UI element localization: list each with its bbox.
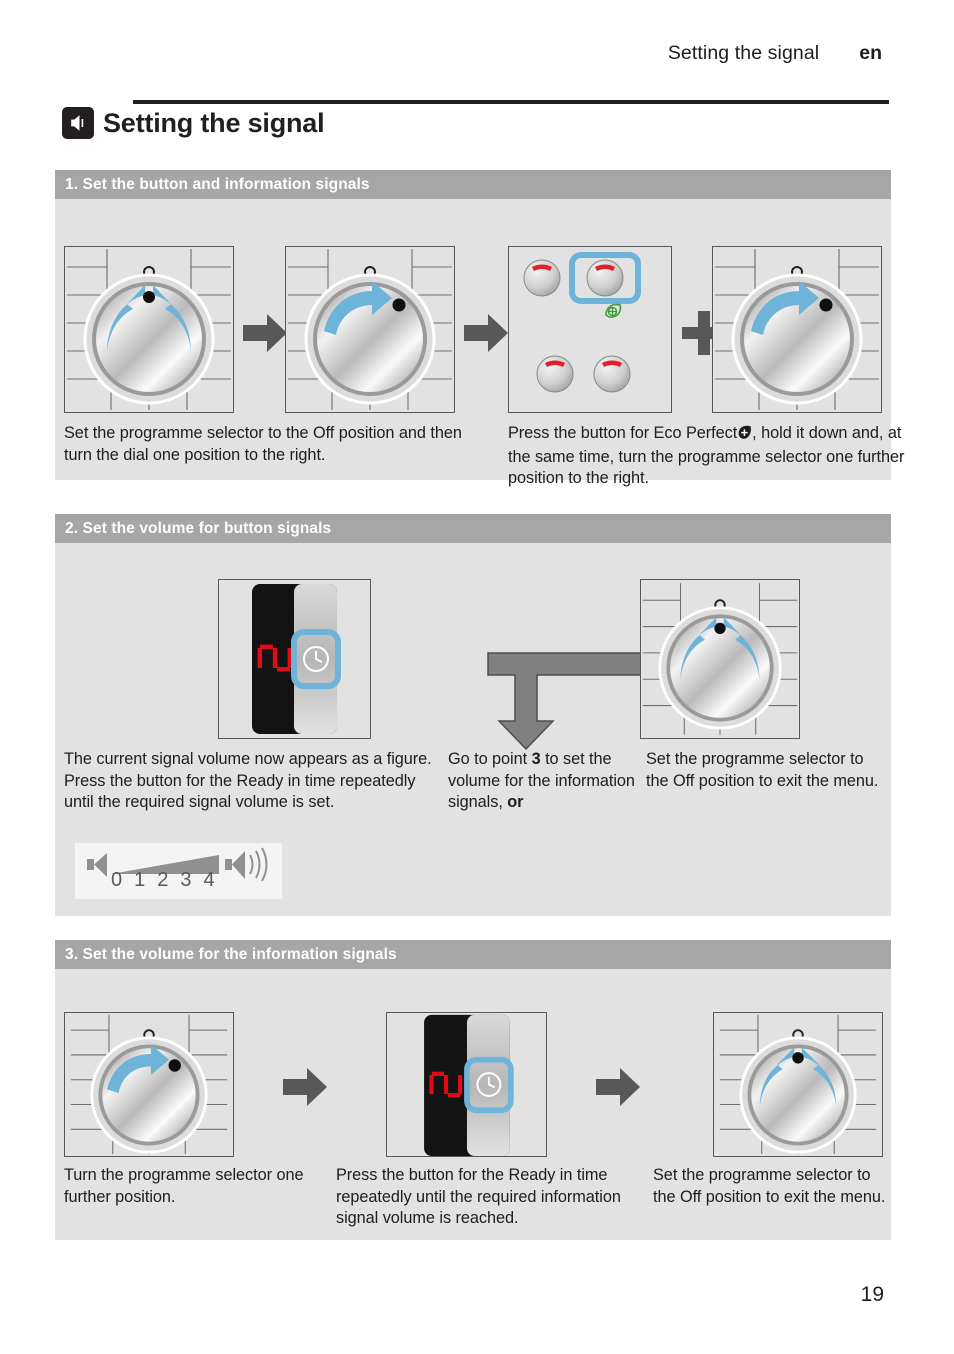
caption-step-1-left: Set the programme selector to the Off po… [64,424,462,464]
figure-knob-one-further [64,1012,234,1157]
section-heading-1: 1. Set the button and information signal… [55,170,891,199]
eco-perfect-leaf-icon [605,303,622,318]
caption-mid-or: or [507,793,524,811]
volume-level: 3 [180,869,194,891]
page-title: Setting the signal [62,107,325,139]
figure-signal-volume-display [218,579,371,739]
caption-mid-point: 3 [531,750,541,768]
figure-button-panel-eco-perfect [508,246,672,413]
caption-step-1-right: Press the button for Eco Perfect, hold i… [508,423,908,490]
volume-level: 1 [134,869,148,891]
section-step-1: 1. Set the button and information signal… [55,170,904,487]
running-header: Setting the signal en [0,42,882,65]
language-code: en [859,42,882,64]
section-step-2: 2. Set the volume for button signals The… [55,514,891,916]
volume-level: 2 [157,869,171,891]
figure-knob-off-exit [640,579,800,739]
figure-knob-one-right [285,246,455,413]
caption-step-3-left: Turn the programme selector one further … [64,1166,304,1206]
figure-knob-one-further-right [712,246,882,413]
caption-mid-before: Go to point [448,750,532,768]
speaker-quiet-icon [87,853,107,877]
caption-step-3-right: Set the programme selector to the Off po… [653,1166,886,1206]
section-step-3: 3. Set the volume for the information si… [55,940,891,1240]
running-header-title: Setting the signal [667,42,820,64]
eco-perfect-inline-icon [737,425,752,447]
caption-step-3-middle: Press the button for the Ready in time r… [336,1166,621,1227]
arrow-right-icon [596,1068,640,1111]
volume-scale-levels: 0 1 2 3 4 [111,869,217,892]
arrow-right-icon [283,1068,327,1111]
caption-step-2-right: Set the programme selector to the Off po… [646,750,879,790]
caption-step-2-left: The current signal volume now appears as… [64,750,432,811]
volume-scale: 0 1 2 3 4 [75,843,282,899]
caption-step-2-middle: Go to point 3 to set the volume for the … [448,749,638,814]
speaker-icon [62,107,94,139]
volume-level: 0 [111,869,125,891]
caption-step-1-right-prefix: Press the button for Eco Perfect [508,424,738,442]
speaker-loud-icon [225,851,245,879]
section-heading-2: 2. Set the volume for button signals [55,514,891,543]
arrow-right-icon [243,314,287,357]
figure-info-signal-volume-display [386,1012,547,1157]
section-heading-3: 3. Set the volume for the information si… [55,940,891,969]
figure-knob-off-position [64,246,234,413]
page-title-text: Setting the signal [103,107,325,138]
figure-knob-off-exit-3 [713,1012,883,1157]
volume-level: 4 [203,869,217,891]
page-number: 19 [860,1283,884,1306]
title-divider [133,100,889,104]
arrow-right-icon [464,314,508,357]
